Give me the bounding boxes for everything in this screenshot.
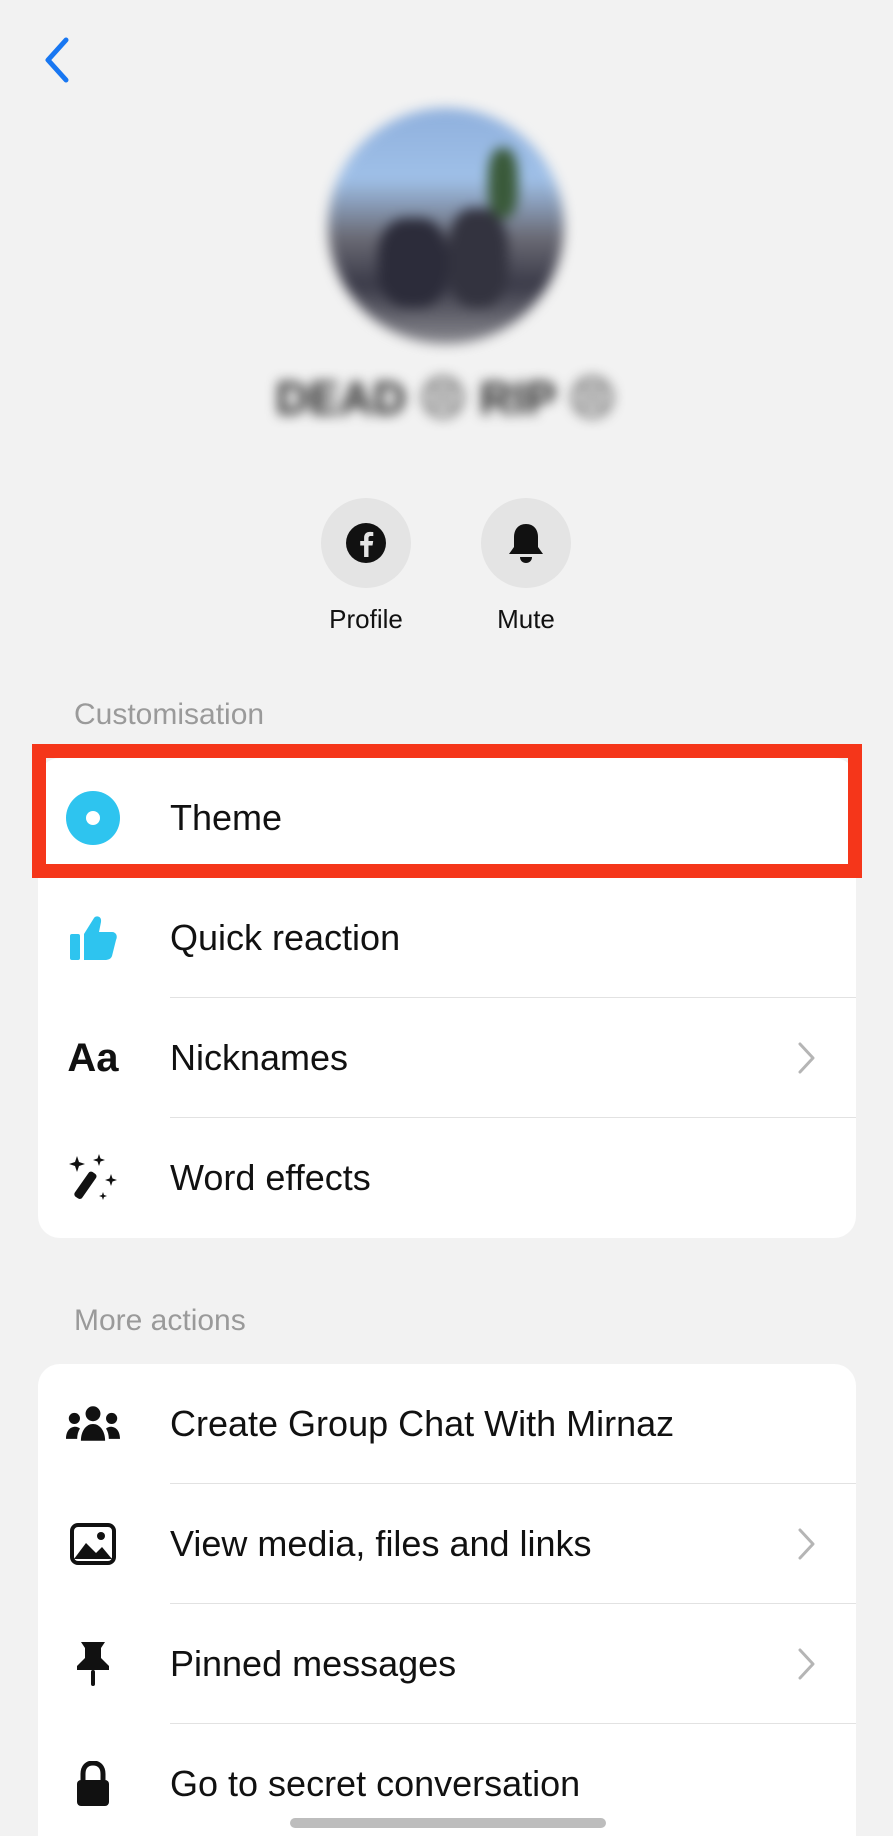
quick-reaction-row[interactable]: Quick reaction xyxy=(38,878,856,998)
view-media-label: View media, files and links xyxy=(170,1523,592,1564)
pinned-messages-label: Pinned messages xyxy=(170,1643,457,1684)
nicknames-label: Nicknames xyxy=(170,1037,349,1078)
create-group-label: Create Group Chat With Mirnaz xyxy=(170,1403,675,1444)
profile-button[interactable] xyxy=(321,498,411,588)
lock-icon xyxy=(66,1757,120,1811)
thumbs-up-icon xyxy=(66,911,120,965)
chevron-right-icon xyxy=(798,1648,815,1680)
word-effects-row[interactable]: Word effects xyxy=(38,1118,856,1238)
quick-reaction-label: Quick reaction xyxy=(170,917,401,958)
conversation-name: DEAD 😣 RIP 😣 xyxy=(260,368,632,428)
avatar[interactable] xyxy=(328,108,564,344)
mute-button[interactable] xyxy=(481,498,571,588)
nicknames-row[interactable]: Aa Nicknames xyxy=(38,998,856,1118)
profile-action[interactable]: Profile xyxy=(296,498,436,635)
conversation-name-text: DEAD 😣 RIP 😣 xyxy=(275,372,617,424)
profile-label: Profile xyxy=(329,604,403,634)
view-media-row[interactable]: View media, files and links xyxy=(38,1484,856,1604)
bell-icon xyxy=(509,524,543,563)
text-aa-icon: Aa xyxy=(67,1035,119,1080)
word-effects-label: Word effects xyxy=(170,1157,371,1198)
back-button[interactable] xyxy=(36,30,76,90)
more-actions-card: Create Group Chat With Mirnaz View media… xyxy=(38,1364,856,1836)
pinned-messages-row[interactable]: Pinned messages xyxy=(38,1604,856,1724)
create-group-row[interactable]: Create Group Chat With Mirnaz xyxy=(38,1364,856,1484)
chevron-right-icon xyxy=(798,1042,815,1074)
mute-action[interactable]: Mute xyxy=(456,498,596,635)
pin-icon xyxy=(66,1637,120,1691)
secret-conversation-label: Go to secret conversation xyxy=(170,1763,581,1804)
chevron-right-icon xyxy=(798,1528,815,1560)
section-title-customisation: Customisation xyxy=(74,698,265,731)
image-icon xyxy=(66,1517,120,1571)
theme-dot-icon xyxy=(66,791,120,845)
magic-wand-icon xyxy=(66,1151,120,1205)
facebook-icon xyxy=(346,523,386,563)
mute-label: Mute xyxy=(497,604,555,634)
people-icon xyxy=(66,1397,120,1451)
home-indicator[interactable] xyxy=(290,1818,606,1828)
customisation-card: Theme Quick reaction Aa Nicknames Word e… xyxy=(38,758,856,1238)
theme-label: Theme xyxy=(170,797,283,838)
theme-row[interactable]: Theme xyxy=(38,758,856,878)
chevron-left-icon xyxy=(45,37,69,83)
section-title-more-actions: More actions xyxy=(74,1304,246,1337)
